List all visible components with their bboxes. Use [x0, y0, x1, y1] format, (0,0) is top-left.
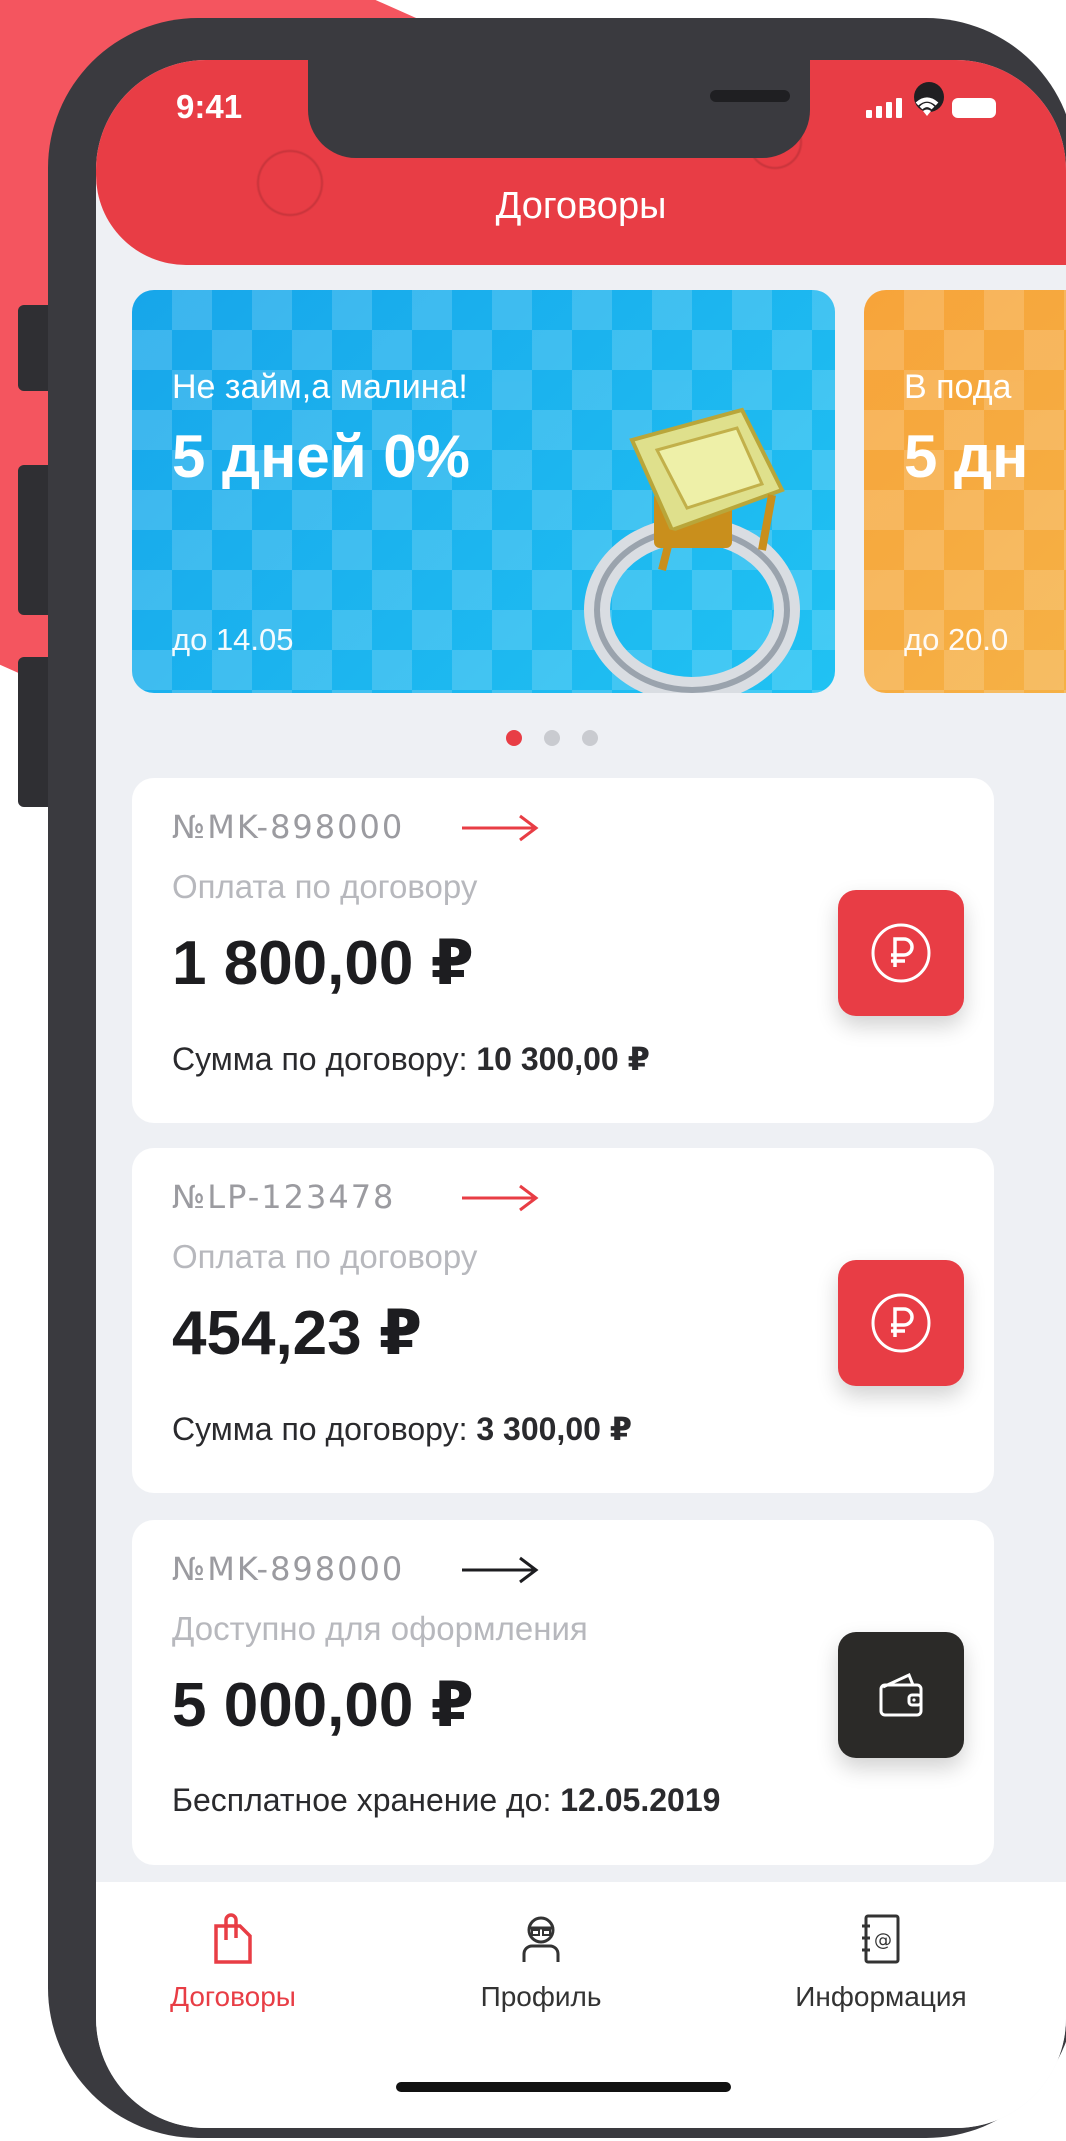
page-title: Договоры — [495, 185, 667, 227]
tab-label: Договоры — [170, 1981, 296, 2012]
cellular-signal-icon — [866, 98, 902, 118]
footer-label: Сумма по договору: — [172, 1411, 477, 1447]
phone-volume-down — [18, 657, 50, 807]
contract-amount: 1 800,00 ₽ — [172, 929, 474, 998]
contract-status-label: Оплата по договору — [172, 1238, 478, 1275]
carousel-dot[interactable] — [582, 730, 598, 746]
contracts-icon — [214, 1913, 252, 1964]
contract-number: №LP-123478 — [172, 1178, 396, 1216]
phone-notch — [308, 60, 944, 158]
profile-icon — [522, 1916, 560, 1962]
tab-label: Профиль — [480, 1981, 602, 2012]
footer-value: 10 300,00 ₽ — [476, 1041, 650, 1077]
banner-headline: 5 дн — [904, 423, 1029, 490]
phone-volume-up — [18, 465, 50, 615]
banner-date: до 14.05 — [172, 622, 294, 657]
carousel-dot[interactable] — [544, 730, 560, 746]
footer-label: Сумма по договору: — [172, 1041, 477, 1077]
bottom-tab-bar: Договоры Профиль @ Информация — [96, 1882, 1066, 2128]
banner-date: до 20.0 — [904, 622, 1009, 657]
banner-subtitle: В пода — [904, 368, 1012, 406]
pay-button[interactable] — [838, 1260, 964, 1386]
pay-button[interactable] — [838, 890, 964, 1016]
carousel-indicator — [506, 730, 598, 746]
ruble-icon — [871, 923, 931, 983]
ring-image — [584, 407, 800, 693]
carousel-dot[interactable] — [506, 730, 522, 746]
home-indicator[interactable] — [396, 2082, 731, 2092]
wifi-icon — [915, 97, 939, 116]
tab-information[interactable]: @ Информация — [776, 1912, 986, 2013]
footer-label: Бесплатное хранение до: — [172, 1782, 561, 1818]
arrow-right-icon[interactable] — [460, 1178, 540, 1218]
info-book-icon: @ — [862, 1914, 900, 1964]
contract-amount: 454,23 ₽ — [172, 1299, 422, 1368]
app-screen: Договоры 9:41 Не займ,а малина! 5 дней 0… — [96, 60, 1066, 2128]
contract-amount: 5 000,00 ₽ — [172, 1671, 474, 1740]
contract-status-label: Доступно для оформления — [172, 1610, 588, 1647]
contract-card[interactable]: №MK-898000 Оплата по договору 1 800,00 ₽… — [132, 778, 994, 1123]
contract-footer: Сумма по договору: 3 300,00 ₽ — [172, 1410, 632, 1448]
phone-mute-switch — [18, 305, 50, 391]
footer-value: 3 300,00 ₽ — [476, 1411, 633, 1447]
contract-card[interactable]: №MK-898000 Доступно для оформления 5 000… — [132, 1520, 994, 1865]
contract-number: №MK-898000 — [172, 1550, 405, 1588]
wallet-icon — [879, 1672, 923, 1717]
contract-card[interactable]: №LP-123478 Оплата по договору 454,23 ₽ С… — [132, 1148, 994, 1493]
battery-icon — [952, 98, 996, 118]
ruble-icon — [871, 1293, 931, 1353]
banner-headline: 5 дней 0% — [172, 423, 471, 490]
promo-banner[interactable]: В пода 5 дн до 20.0 — [864, 290, 1066, 693]
tab-profile[interactable]: Профиль — [466, 1912, 616, 2013]
contract-number: №MK-898000 — [172, 808, 405, 846]
promo-banner[interactable]: Не займ,а малина! 5 дней 0% до 14.05 — [132, 290, 835, 693]
arrow-right-icon[interactable] — [460, 1550, 540, 1590]
tab-contracts[interactable]: Договоры — [158, 1912, 308, 2013]
status-time: 9:41 — [176, 88, 243, 125]
contract-status-label: Оплата по договору — [172, 868, 478, 905]
status-icons — [866, 94, 996, 118]
notch-speaker — [710, 90, 790, 102]
svg-text:@: @ — [874, 1930, 892, 1951]
contract-footer: Сумма по договору: 10 300,00 ₽ — [172, 1040, 650, 1078]
wallet-button[interactable] — [838, 1632, 964, 1758]
banner-subtitle: Не займ,а малина! — [172, 368, 468, 406]
footer-value: 12.05.2019 — [560, 1782, 721, 1818]
arrow-right-icon[interactable] — [460, 808, 540, 848]
contract-footer: Бесплатное хранение до: 12.05.2019 — [172, 1782, 720, 1819]
tab-label: Информация — [795, 1981, 967, 2012]
